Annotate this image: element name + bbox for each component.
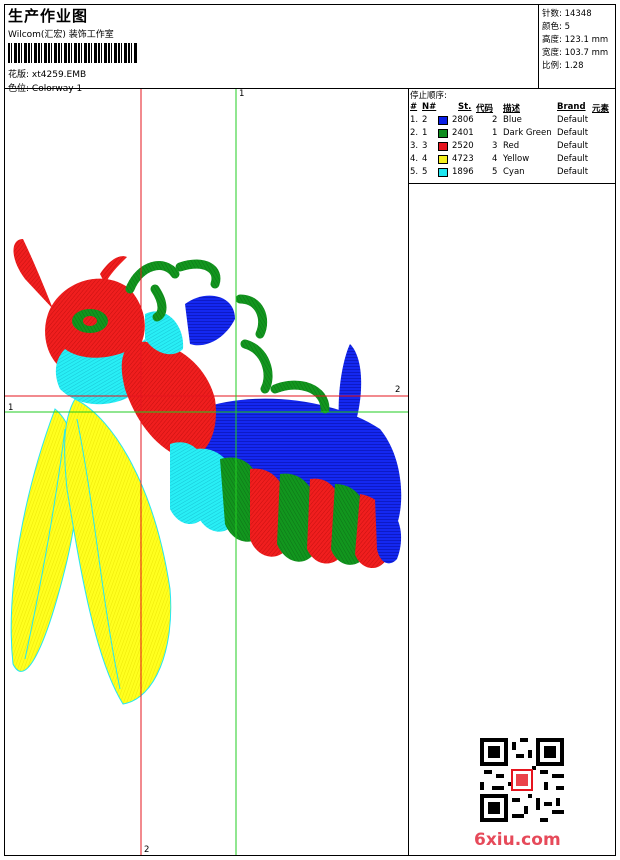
row-description: Yellow: [503, 154, 530, 164]
row-needle: 5: [422, 167, 428, 177]
stop-row: 4. 4 4723 4 Yellow Default: [410, 154, 616, 167]
stat-scale: 比例: 1.28: [542, 61, 584, 71]
red-horizontal-label: 2: [395, 385, 401, 395]
col-header-brand: Brand: [557, 102, 586, 112]
row-description: Cyan: [503, 167, 525, 177]
barcode: [8, 43, 138, 63]
row-code: 3: [492, 141, 498, 151]
row-index: 1.: [410, 115, 419, 125]
row-index: 3.: [410, 141, 419, 151]
red-vertical-label: 2: [144, 845, 150, 855]
color-swatch: [438, 142, 448, 151]
qr-code: [480, 738, 564, 822]
row-code: 1: [492, 128, 498, 138]
color-swatch: [438, 168, 448, 177]
row-brand: Default: [557, 128, 589, 138]
row-code: 5: [492, 167, 498, 177]
stat-width: 宽度: 103.7 mm: [542, 48, 609, 58]
page-title: 生产作业图: [8, 7, 89, 25]
col-header-element: 元素: [592, 104, 610, 114]
col-header-desc: 描述: [503, 104, 521, 114]
col-header-needle: N#: [422, 102, 437, 112]
row-brand: Default: [557, 115, 589, 125]
row-needle: 4: [422, 154, 428, 164]
stop-row: 3. 3 2520 3 Red Default: [410, 141, 616, 154]
stat-stitches: 针数: 14348: [542, 9, 592, 19]
row-needle: 1: [422, 128, 428, 138]
row-index: 2.: [410, 128, 419, 138]
green-vertical-label: 1: [239, 89, 245, 99]
stat-colors: 颜色: 5: [542, 22, 570, 32]
panel-divider: [408, 89, 409, 855]
company-name: Wilcom(汇宏) 装饰工作室: [8, 30, 114, 40]
col-header-stitches: St.: [458, 102, 472, 112]
col-header-index: #: [410, 102, 418, 112]
row-stitches: 2806: [452, 115, 474, 125]
row-needle: 3: [422, 141, 428, 151]
stats-panel: 针数: 14348 颜色: 5 高度: 123.1 mm 宽度: 103.7 m…: [538, 5, 617, 88]
row-needle: 2: [422, 115, 428, 125]
row-brand: Default: [557, 141, 589, 151]
stop-row: 2. 1 2401 1 Dark Green Default: [410, 128, 616, 141]
wings: [10, 398, 172, 705]
header-info: 生产作业图 Wilcom(汇宏) 装饰工作室 花版: xt4259.EMB 色位…: [5, 5, 538, 94]
watermark: 6xiu.com: [474, 830, 561, 850]
stat-height: 高度: 123.1 mm: [542, 35, 609, 45]
stop-sequence-table: 停止顺序: # N# St. 代码 描述 Brand 元素 1. 2 2806 2 Bl…: [410, 89, 616, 185]
stop-row: 5. 5 1896 5 Cyan Default: [410, 167, 616, 180]
row-stitches: 1896: [452, 167, 474, 177]
row-stitches: 2520: [452, 141, 474, 151]
color-swatch: [438, 129, 448, 138]
stop-row: 1. 2 2806 2 Blue Default: [410, 115, 616, 128]
row-stitches: 2401: [452, 128, 474, 138]
row-index: 4.: [410, 154, 419, 164]
row-brand: Default: [557, 167, 589, 177]
design-value: xt4259.EMB: [31, 70, 87, 80]
stops-title: 停止顺序:: [410, 91, 447, 101]
design-name: 花版: xt4259.EMB: [8, 67, 86, 80]
row-code: 2: [492, 115, 498, 125]
row-code: 4: [492, 154, 498, 164]
col-header-code: 代码: [476, 104, 494, 114]
color-swatch: [438, 116, 448, 125]
row-brand: Default: [557, 154, 589, 164]
row-description: Dark Green: [503, 128, 552, 138]
embroidery-design: [5, 89, 408, 855]
design-label: 花版:: [8, 70, 30, 80]
row-description: Blue: [503, 115, 522, 125]
stops-divider: [409, 183, 616, 184]
row-stitches: 4723: [452, 154, 474, 164]
design-canvas: 1 1 2 2: [5, 89, 408, 855]
row-description: Red: [503, 141, 520, 151]
green-horizontal-label: 1: [8, 403, 14, 413]
row-index: 5.: [410, 167, 419, 177]
color-swatch: [438, 155, 448, 164]
